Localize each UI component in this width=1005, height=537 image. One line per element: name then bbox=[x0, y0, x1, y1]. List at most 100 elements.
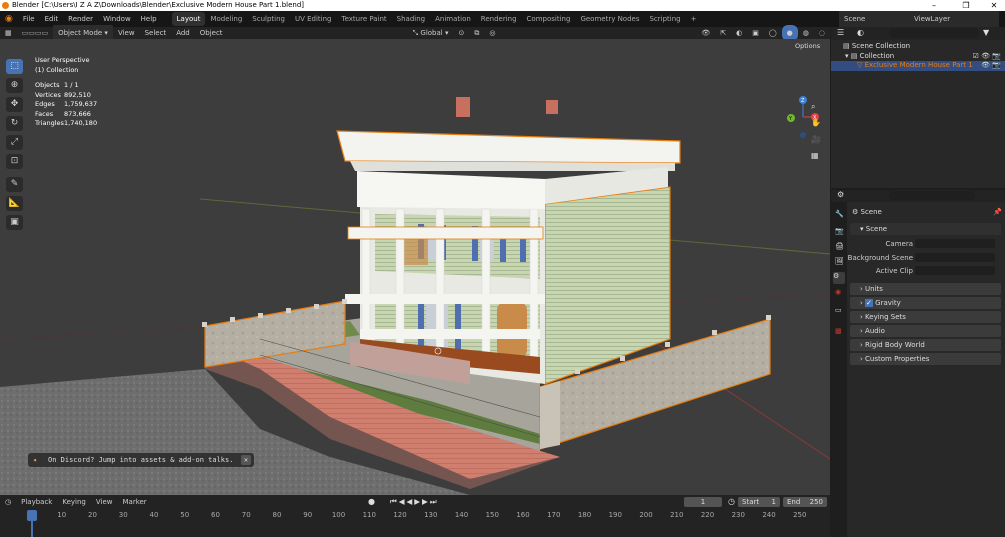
properties-search-input[interactable] bbox=[889, 191, 975, 200]
rotate-tool-icon[interactable]: ↻ bbox=[6, 116, 23, 131]
window-title: Blender [C:\Users\I Z A Z\Downloads\Blen… bbox=[12, 1, 305, 9]
tool-tab-icon[interactable]: 🔧 bbox=[835, 210, 844, 218]
pin-icon[interactable]: 📌 bbox=[993, 208, 1002, 216]
outliner-editor-icon[interactable]: ☰ bbox=[837, 28, 844, 37]
scene-collection-row[interactable]: ▤ Scene Collection bbox=[843, 42, 910, 50]
scene-tab-icon[interactable]: ⚙ bbox=[833, 272, 845, 284]
properties-editor-icon[interactable]: ⚙ bbox=[837, 190, 844, 199]
ruler-tick-label: 220 bbox=[700, 511, 715, 519]
render-tab-icon[interactable]: 📷 bbox=[835, 227, 844, 235]
rigid-body-world-panel[interactable]: › Rigid Body World bbox=[850, 339, 1001, 351]
add-workspace-button[interactable]: + bbox=[686, 12, 702, 26]
menu-timeline-view[interactable]: View bbox=[91, 494, 118, 510]
tab-rendering[interactable]: Rendering bbox=[476, 12, 522, 26]
custom-properties-panel[interactable]: › Custom Properties bbox=[850, 353, 1001, 365]
end-label: End bbox=[787, 498, 801, 506]
playback-controls[interactable]: ⏮◀◀▶▶⏭ bbox=[390, 497, 439, 507]
frame-ruler[interactable]: 1102030405060708090100110120130140150160… bbox=[0, 511, 830, 521]
texture-tab-icon[interactable]: ▩ bbox=[835, 327, 842, 335]
collection-row[interactable]: ▾ ▤ Collection ☑ 👁 📷 bbox=[845, 52, 1005, 60]
pan-hand-icon[interactable]: ✋ bbox=[811, 118, 821, 127]
maximize-icon[interactable]: ❐ bbox=[956, 0, 976, 11]
tab-compositing[interactable]: Compositing bbox=[522, 12, 576, 26]
tab-shading[interactable]: Shading bbox=[392, 12, 430, 26]
orientation-label: Global bbox=[420, 29, 443, 37]
ruler-tick-label: 180 bbox=[577, 511, 592, 519]
timeline-editor-icon[interactable]: ◷ bbox=[0, 494, 16, 510]
annotate-tool-icon[interactable]: ✎ bbox=[6, 177, 23, 192]
scene-panel-header[interactable]: ▾ Scene bbox=[850, 223, 1001, 235]
keying-sets-label: Keying Sets bbox=[865, 313, 906, 321]
ruler-tick-label: 90 bbox=[303, 511, 313, 519]
ruler-tick-label: 130 bbox=[424, 511, 438, 519]
record-icon[interactable]: ● bbox=[368, 497, 375, 506]
camera-field[interactable] bbox=[915, 239, 995, 248]
zoom-icon[interactable]: ⌕ bbox=[811, 102, 815, 112]
transform-tool-icon[interactable]: ⊡ bbox=[6, 154, 23, 169]
stat-edges: Edges 1,759,637 bbox=[35, 100, 98, 108]
outliner-search-input[interactable] bbox=[889, 28, 979, 38]
options-button[interactable]: Options bbox=[795, 42, 820, 50]
world-tab-icon[interactable]: ◉ bbox=[835, 288, 841, 296]
measure-tool-icon[interactable]: 📐 bbox=[6, 196, 23, 211]
ruler-tick-label: 160 bbox=[516, 511, 530, 519]
output-tab-icon[interactable]: 🖨 bbox=[835, 242, 844, 250]
menu-marker[interactable]: Marker bbox=[117, 494, 151, 510]
current-frame-input[interactable]: 1 bbox=[684, 497, 722, 507]
dismiss-notice-icon[interactable]: ✕ bbox=[241, 455, 251, 465]
filter-icon[interactable]: ▼ bbox=[983, 28, 989, 37]
tab-scripting[interactable]: Scripting bbox=[644, 12, 685, 26]
end-frame-input[interactable]: End 250 bbox=[783, 497, 827, 507]
active-clip-field[interactable] bbox=[915, 266, 995, 275]
menu-keying[interactable]: Keying bbox=[57, 494, 91, 510]
collection-tab-icon[interactable]: ▭ bbox=[835, 306, 842, 314]
ruler-tick-label: 70 bbox=[241, 511, 251, 519]
scene-render: Z X Y bbox=[0, 39, 830, 495]
move-tool-icon[interactable]: ✥ bbox=[6, 97, 23, 112]
background-scene-field[interactable] bbox=[915, 253, 995, 262]
context-scene-icon: ⚙ Scene bbox=[852, 208, 882, 216]
tab-animation[interactable]: Animation bbox=[430, 12, 476, 26]
view-layer-selector[interactable]: ViewLayer bbox=[909, 11, 999, 27]
cursor-tool-icon[interactable]: ⊕ bbox=[6, 78, 23, 93]
object-visibility-icons[interactable]: 👁 📷 bbox=[981, 61, 1001, 69]
close-icon[interactable]: ✕ bbox=[984, 0, 1004, 11]
menu-playback[interactable]: Playback bbox=[16, 494, 57, 510]
gravity-panel[interactable]: › ✓ Gravity bbox=[850, 297, 1001, 309]
3d-viewport[interactable]: Z X Y ⌕ ✋ 🎥 ▦ Options bbox=[0, 39, 830, 495]
start-frame-input[interactable]: Start 1 bbox=[738, 497, 780, 507]
ruler-tick-label: 60 bbox=[211, 511, 220, 519]
tab-uv-editing[interactable]: UV Editing bbox=[290, 12, 337, 26]
scene-name: Scene bbox=[844, 15, 866, 23]
ruler-tick-label: 250 bbox=[793, 511, 807, 519]
scale-tool-icon[interactable]: ⤢ bbox=[6, 135, 23, 150]
gizmo-z-label: Z bbox=[801, 98, 805, 104]
tab-texture-paint[interactable]: Texture Paint bbox=[337, 12, 392, 26]
minimize-icon[interactable]: – bbox=[924, 0, 944, 11]
tab-geometry-nodes[interactable]: Geometry Nodes bbox=[575, 12, 644, 26]
select-box-tool-icon[interactable]: ⬚ bbox=[6, 59, 23, 74]
tool-shelf: ⬚ ⊕ ✥ ↻ ⤢ ⊡ ✎ 📐 ▣ bbox=[0, 53, 28, 233]
scene-selector[interactable]: Scene bbox=[839, 11, 909, 27]
tab-sculpting[interactable]: Sculpting bbox=[247, 12, 290, 26]
display-mode-icon[interactable]: ◐ bbox=[857, 28, 864, 37]
discord-notice[interactable]: ✦ On Discord? Jump into assets & add-on … bbox=[28, 453, 254, 467]
gravity-checkbox[interactable]: ✓ bbox=[865, 299, 873, 307]
audio-panel[interactable]: › Audio bbox=[850, 325, 1001, 337]
add-cube-tool-icon[interactable]: ▣ bbox=[6, 215, 23, 230]
outliner: ▤ Scene Collection ▾ ▤ Collection ☑ 👁 📷 … bbox=[831, 40, 1005, 188]
grid-view-icon[interactable]: ▦ bbox=[811, 151, 819, 160]
units-panel[interactable]: › Units bbox=[850, 283, 1001, 295]
keying-sets-panel[interactable]: › Keying Sets bbox=[850, 311, 1001, 323]
camera-view-icon[interactable]: 🎥 bbox=[811, 135, 821, 144]
tab-layout[interactable]: Layout bbox=[171, 12, 206, 26]
ruler-tick-label: 40 bbox=[149, 511, 159, 519]
object-row[interactable]: ▽ Exclusive Modern House Part 1 👁 📷 bbox=[831, 61, 1005, 71]
tab-modeling[interactable]: Modeling bbox=[205, 12, 247, 26]
properties-header: ⚙ bbox=[831, 190, 1005, 202]
collection-visibility-icons[interactable]: ☑ 👁 📷 bbox=[973, 52, 1001, 60]
playhead[interactable] bbox=[27, 510, 37, 521]
view-layer-tab-icon[interactable]: 🖼 bbox=[835, 257, 844, 265]
camera-label: Camera bbox=[885, 240, 913, 248]
window-titlebar: Blender [C:\Users\I Z A Z\Downloads\Blen… bbox=[0, 0, 1005, 11]
